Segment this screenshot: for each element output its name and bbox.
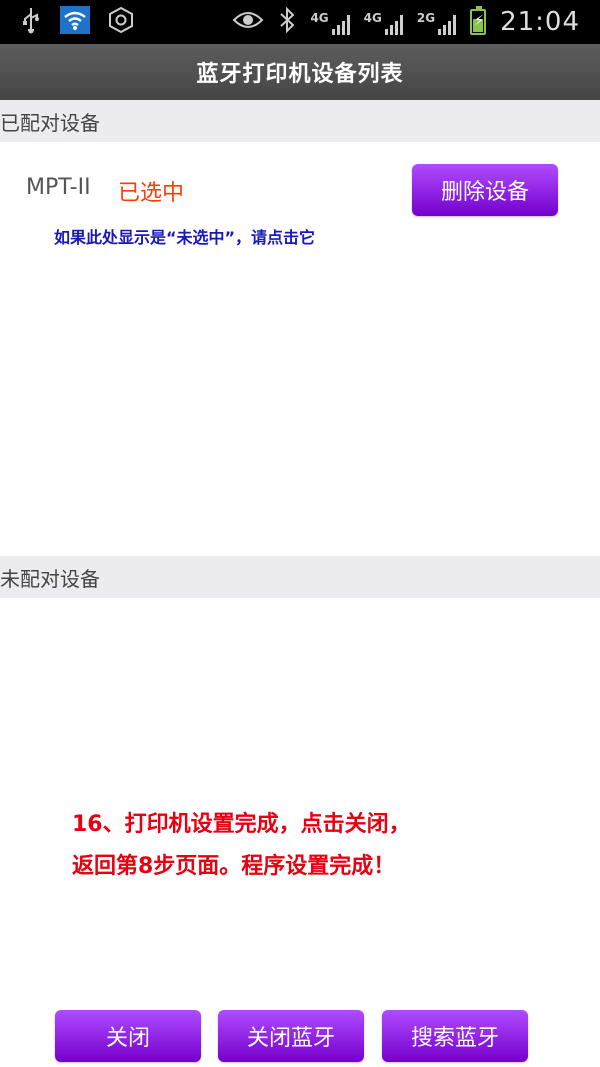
device-name[interactable]: MPT-II bbox=[26, 175, 91, 200]
unpaired-section-label: 未配对设备 bbox=[0, 566, 100, 591]
selection-hint: 如果此处显示是“未选中”，请点击它 bbox=[54, 228, 316, 247]
signal-4g-icon-2: 4G bbox=[364, 9, 403, 35]
status-bar: 4G 4G 2G ⚡ 21:04 bbox=[0, 0, 600, 44]
instruction-line-1: 16、打印机设置完成，点击关闭， bbox=[72, 812, 411, 837]
status-time: 21:04 bbox=[500, 7, 580, 37]
signal-2g-icon: 2G bbox=[417, 9, 457, 35]
signal-4g-icon: 4G bbox=[310, 9, 350, 35]
delete-device-button[interactable]: 删除设备 bbox=[412, 164, 558, 216]
paired-section-header: 已配对设备 bbox=[0, 100, 600, 142]
unpaired-section-header: 未配对设备 bbox=[0, 556, 600, 598]
paired-section-label: 已配对设备 bbox=[0, 110, 100, 135]
battery-charging-icon: ⚡ bbox=[470, 6, 487, 35]
eye-icon bbox=[232, 9, 264, 35]
settings-hexagon-icon bbox=[108, 6, 134, 38]
bluetooth-icon bbox=[278, 6, 296, 38]
device-selected-status[interactable]: 已选中 bbox=[118, 175, 184, 207]
close-button[interactable]: 关闭 bbox=[55, 1010, 201, 1062]
usb-icon bbox=[20, 6, 42, 38]
close-bluetooth-button[interactable]: 关闭蓝牙 bbox=[218, 1010, 364, 1062]
wifi-icon bbox=[60, 6, 90, 38]
search-bluetooth-button[interactable]: 搜索蓝牙 bbox=[382, 1010, 528, 1062]
page-title: 蓝牙打印机设备列表 bbox=[0, 44, 600, 100]
instruction-line-2: 返回第8步页面。程序设置完成！ bbox=[72, 854, 396, 879]
